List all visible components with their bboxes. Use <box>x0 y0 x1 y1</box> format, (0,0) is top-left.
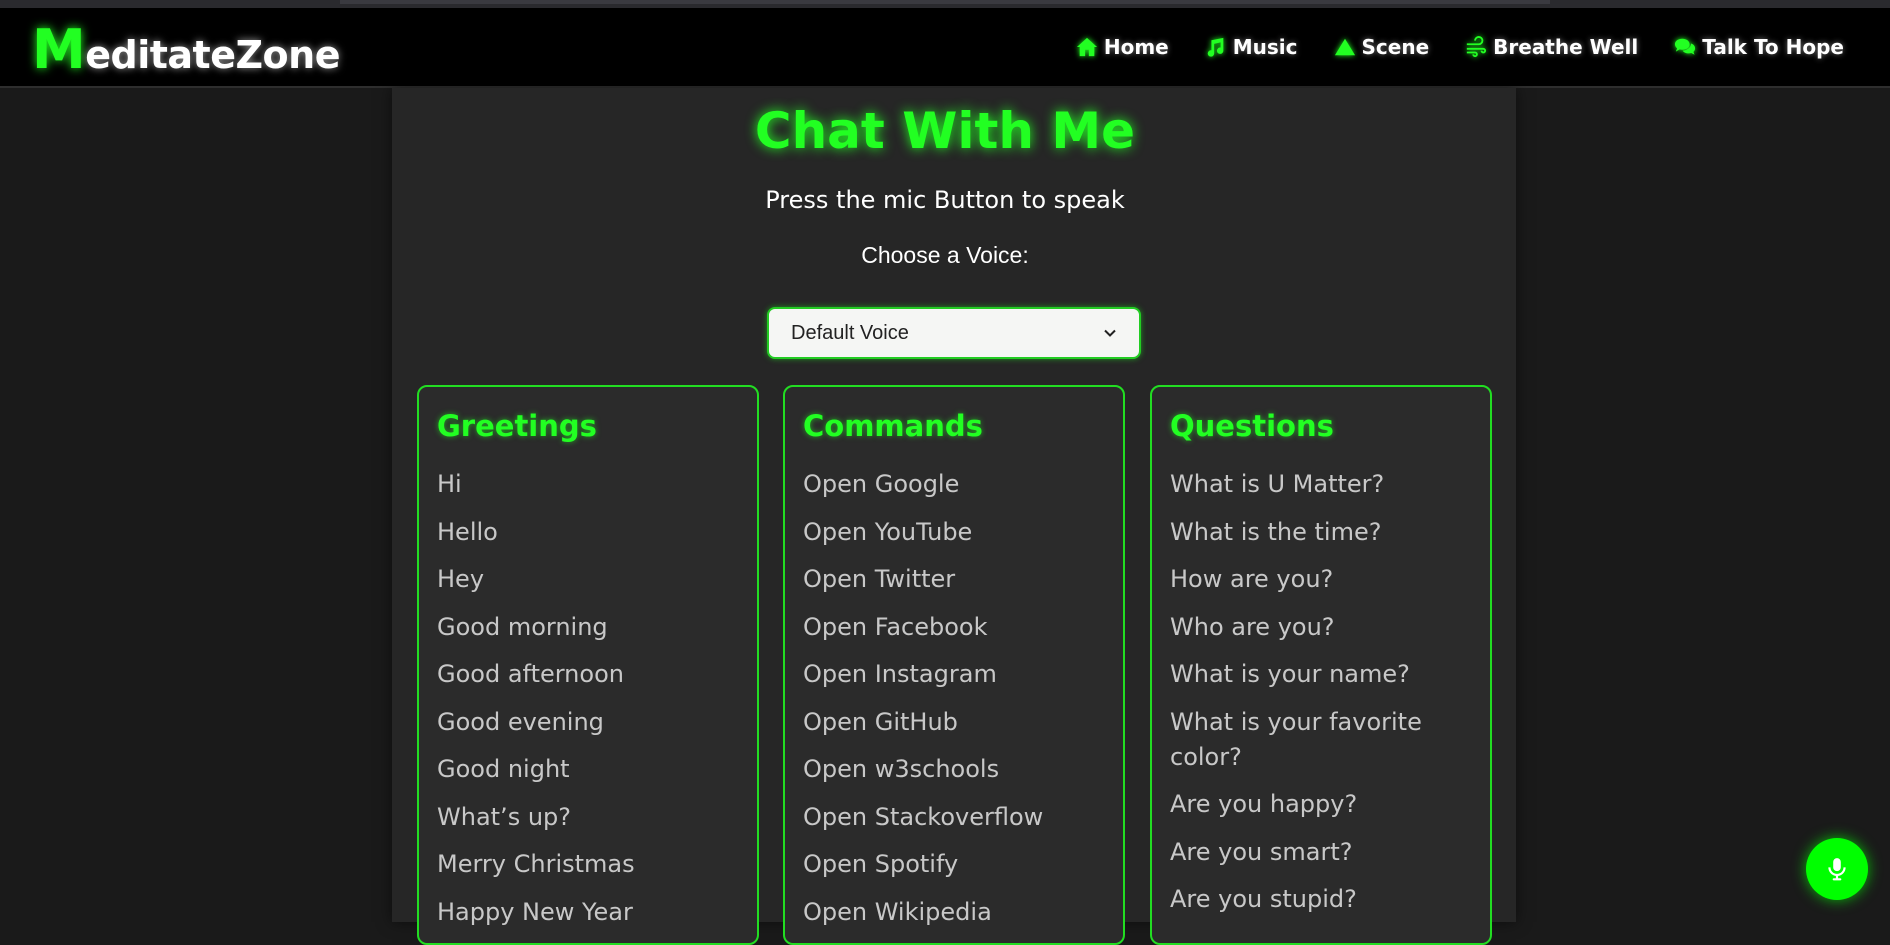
greeting-item[interactable]: Happy New Year <box>437 895 747 930</box>
nav-home-label: Home <box>1103 35 1169 59</box>
question-item[interactable]: Are you happy? <box>1170 787 1480 822</box>
nav-scene-label: Scene <box>1361 35 1430 59</box>
nav-music[interactable]: Music <box>1205 35 1298 59</box>
nav-talk-to-hope-label: Talk To Hope <box>1702 35 1844 59</box>
command-item[interactable]: Open Google <box>803 467 1113 502</box>
card-commands-title: Commands <box>803 409 983 443</box>
nav-home[interactable]: Home <box>1076 35 1169 59</box>
browser-top-strip <box>0 0 1890 8</box>
logo[interactable]: MeditateZone <box>32 18 340 81</box>
question-item[interactable]: Are you smart? <box>1170 835 1480 870</box>
site-header: MeditateZone Home Music Scene Breathe We… <box>0 8 1890 88</box>
nav-breathe-well[interactable]: Breathe Well <box>1465 35 1638 59</box>
card-questions-title: Questions <box>1170 409 1334 443</box>
command-item[interactable]: Open Twitter <box>803 562 1113 597</box>
greeting-item[interactable]: Merry Christmas <box>437 847 747 882</box>
question-item[interactable]: Are you stupid? <box>1170 882 1480 917</box>
question-item[interactable]: What is U Matter? <box>1170 467 1480 502</box>
command-item[interactable]: Open YouTube <box>803 515 1113 550</box>
greeting-item[interactable]: Good evening <box>437 705 747 740</box>
greeting-item[interactable]: Hello <box>437 515 747 550</box>
command-item[interactable]: Open w3schools <box>803 752 1113 787</box>
card-greetings-title: Greetings <box>437 409 597 443</box>
greeting-item[interactable]: Hi <box>437 467 747 502</box>
greetings-list: Hi Hello Hey Good morning Good afternoon… <box>437 467 747 942</box>
card-questions: Questions What is U Matter? What is the … <box>1150 385 1492 945</box>
voice-select[interactable]: Default Voice <box>767 307 1141 359</box>
greeting-item[interactable]: Good afternoon <box>437 657 747 692</box>
command-item[interactable]: Open Facebook <box>803 610 1113 645</box>
voice-select-value: Default Voice <box>791 321 909 344</box>
top-strip-highlight <box>340 0 1550 4</box>
main-nav: Home Music Scene Breathe Well Talk To Ho… <box>1076 35 1844 59</box>
greeting-item[interactable]: Good night <box>437 752 747 787</box>
question-item[interactable]: What is the time? <box>1170 515 1480 550</box>
nav-talk-to-hope[interactable]: Talk To Hope <box>1674 35 1844 59</box>
greeting-item[interactable]: Hey <box>437 562 747 597</box>
command-item[interactable]: Open Spotify <box>803 847 1113 882</box>
nav-breathe-well-label: Breathe Well <box>1493 35 1639 59</box>
home-icon <box>1076 37 1097 57</box>
card-commands: Commands Open Google Open YouTube Open T… <box>783 385 1125 945</box>
card-greetings: Greetings Hi Hello Hey Good morning Good… <box>417 385 759 945</box>
nav-music-label: Music <box>1232 35 1298 59</box>
command-item[interactable]: Open GitHub <box>803 705 1113 740</box>
wind-icon <box>1466 36 1487 58</box>
voice-label: Choose a Voice: <box>861 242 1029 268</box>
question-item[interactable]: How are you? <box>1170 562 1480 597</box>
commands-list: Open Google Open YouTube Open Twitter Op… <box>803 467 1113 942</box>
question-item[interactable]: What is your favorite color? <box>1170 705 1480 775</box>
chat-bubbles-icon <box>1675 38 1696 55</box>
mic-button[interactable] <box>1806 838 1868 900</box>
question-item[interactable]: Who are you? <box>1170 610 1480 645</box>
chevron-down-icon <box>1104 329 1116 337</box>
music-note-icon <box>1207 37 1224 57</box>
page-subtitle: Press the mic Button to speak <box>765 186 1125 214</box>
page-title: Chat With Me <box>754 102 1136 160</box>
command-item[interactable]: Open Wikipedia <box>803 895 1113 930</box>
greeting-item[interactable]: What’s up? <box>437 800 747 835</box>
triangle-icon <box>1334 38 1355 56</box>
question-item[interactable]: What is your name? <box>1170 657 1480 692</box>
logo-initial: M <box>32 18 86 81</box>
microphone-icon <box>1828 858 1846 881</box>
greeting-item[interactable]: Good morning <box>437 610 747 645</box>
questions-list: What is U Matter? What is the time? How … <box>1170 467 1480 930</box>
command-item[interactable]: Open Stackoverflow <box>803 800 1113 835</box>
command-item[interactable]: Open Instagram <box>803 657 1113 692</box>
nav-scene[interactable]: Scene <box>1334 35 1430 59</box>
logo-text: editateZone <box>85 33 340 77</box>
